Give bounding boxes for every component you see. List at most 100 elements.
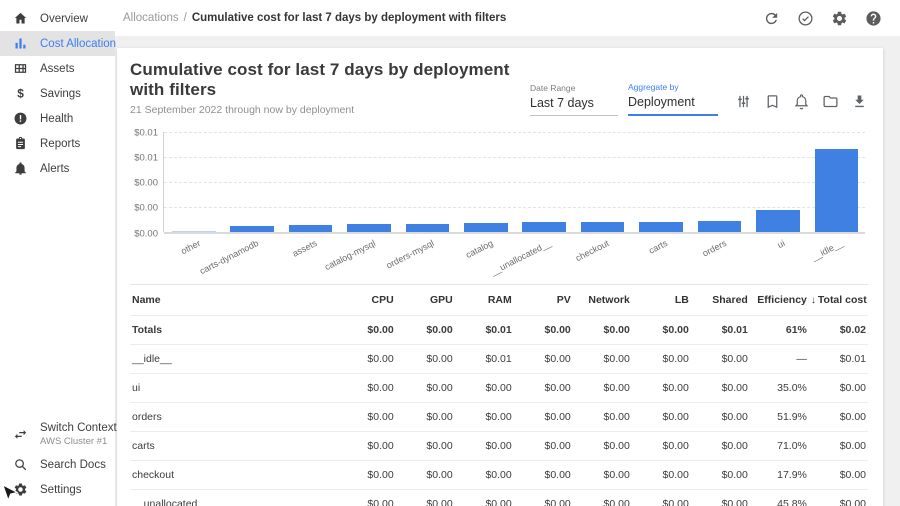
table-row[interactable]: carts $0.00 $0.00 $0.00 $0.00 $0.00 $0.0… — [130, 432, 868, 461]
cost-bar[interactable] — [347, 224, 391, 232]
column-header-efficiency[interactable]: Efficiency — [750, 285, 809, 316]
cell-pv: $0.00 — [514, 403, 573, 432]
breadcrumb-root-link[interactable]: Allocations — [123, 12, 179, 24]
switch-context-button[interactable]: Switch Context AWS Cluster #1 — [0, 417, 115, 452]
date-range-select[interactable]: Date Range Last 7 days — [530, 83, 618, 116]
dollar-icon: $ — [13, 86, 28, 101]
x-axis-label: carts — [648, 238, 670, 256]
column-header-gpu[interactable]: GPU — [396, 285, 455, 316]
sidebar-item-label: Assets — [40, 63, 75, 75]
cell-network: $0.00 — [573, 316, 632, 345]
cell-total-cost: $0.00 — [809, 490, 868, 506]
cell-ram: $0.00 — [455, 403, 514, 432]
page-subtitle: 21 September 2022 through now by deploym… — [130, 104, 530, 116]
column-header-ram[interactable]: RAM — [455, 285, 514, 316]
sidebar: Overview Cost Allocation Assets $ Saving… — [0, 0, 115, 506]
column-header-shared[interactable]: Shared — [691, 285, 750, 316]
cell-pv: $0.00 — [514, 345, 573, 374]
cell-total-cost: $0.00 — [809, 461, 868, 490]
cost-bar[interactable] — [172, 231, 216, 232]
cost-bar[interactable] — [230, 226, 274, 232]
column-header-network[interactable]: Network — [573, 285, 632, 316]
x-axis-label: __idle__ — [810, 238, 845, 262]
column-header-pv[interactable]: PV — [514, 285, 573, 316]
bell-icon[interactable] — [792, 92, 810, 110]
sidebar-item-overview[interactable]: Overview — [0, 6, 115, 31]
bar-slot: carts — [637, 132, 684, 232]
refresh-icon[interactable] — [762, 9, 780, 27]
table-row[interactable]: Totals $0.00 $0.00 $0.01 $0.00 $0.00 $0.… — [130, 316, 868, 345]
reports-clipboard-icon — [13, 136, 28, 151]
cell-ram: $0.00 — [455, 461, 514, 490]
folder-icon[interactable] — [821, 92, 839, 110]
bar-slot: orders-mysql — [404, 132, 451, 232]
cost-bar[interactable] — [464, 223, 508, 232]
search-docs-button[interactable]: Search Docs — [0, 452, 115, 477]
table-row[interactable]: checkout $0.00 $0.00 $0.00 $0.00 $0.00 $… — [130, 461, 868, 490]
report-toolbar — [734, 92, 868, 116]
cost-bar[interactable] — [406, 224, 450, 232]
table-row[interactable]: orders $0.00 $0.00 $0.00 $0.00 $0.00 $0.… — [130, 403, 868, 432]
cell-gpu: $0.00 — [396, 490, 455, 506]
cell-name: ui — [130, 374, 337, 403]
table-row[interactable]: __unallocated__ $0.00 $0.00 $0.00 $0.00 … — [130, 490, 868, 506]
cost-bar[interactable] — [815, 149, 859, 232]
assets-grid-icon — [13, 61, 28, 76]
sidebar-item-health[interactable]: Health — [0, 106, 115, 131]
sidebar-item-cost-allocation[interactable]: Cost Allocation — [0, 31, 115, 56]
cost-bar[interactable] — [698, 221, 742, 232]
sort-descending-icon: ↓ — [811, 295, 816, 306]
cost-bar[interactable] — [639, 222, 683, 232]
sidebar-item-label: Overview — [40, 13, 88, 25]
cell-lb: $0.00 — [632, 461, 691, 490]
cell-gpu: $0.00 — [396, 432, 455, 461]
cell-name: carts — [130, 432, 337, 461]
aggregate-by-select[interactable]: Aggregate by Deployment — [628, 82, 718, 116]
sidebar-item-alerts[interactable]: Alerts — [0, 156, 115, 181]
cell-name: __unallocated__ — [130, 490, 337, 506]
filters-tune-icon[interactable] — [734, 92, 752, 110]
bar-slot: catalog — [462, 132, 509, 232]
current-context-value: AWS Cluster #1 — [40, 436, 117, 447]
column-header-total-cost[interactable]: ↓Total cost — [809, 285, 868, 316]
column-header-lb[interactable]: LB — [632, 285, 691, 316]
sidebar-item-label: Cost Allocation — [40, 38, 116, 50]
table-row[interactable]: __idle__ $0.00 $0.00 $0.01 $0.00 $0.00 $… — [130, 345, 868, 374]
sidebar-item-savings[interactable]: $ Savings — [0, 81, 115, 106]
check-circle-icon[interactable] — [796, 9, 814, 27]
sidebar-item-assets[interactable]: Assets — [0, 56, 115, 81]
title-block: Cumulative cost for last 7 days by deplo… — [130, 60, 530, 116]
date-range-value[interactable]: Last 7 days — [530, 96, 618, 115]
swap-horizontal-icon — [13, 427, 28, 442]
report-controls: Date Range Last 7 days Aggregate by Depl… — [530, 60, 868, 116]
help-icon[interactable] — [864, 9, 882, 27]
cost-bar[interactable] — [756, 210, 800, 232]
settings-gear-icon[interactable] — [830, 9, 848, 27]
bar-slot: ui — [754, 132, 801, 232]
cost-bar[interactable] — [289, 225, 333, 232]
cell-cpu: $0.00 — [337, 345, 396, 374]
bookmark-icon[interactable] — [763, 92, 781, 110]
table-row[interactable]: ui $0.00 $0.00 $0.00 $0.00 $0.00 $0.00 $… — [130, 374, 868, 403]
cell-gpu: $0.00 — [396, 403, 455, 432]
cell-efficiency: 45.8% — [750, 490, 809, 506]
cell-shared: $0.00 — [691, 432, 750, 461]
bar-slot: checkout — [579, 132, 626, 232]
column-header-name[interactable]: Name — [130, 285, 337, 316]
health-exclamation-icon — [13, 111, 28, 126]
report-card: Cumulative cost for last 7 days by deplo… — [117, 48, 883, 506]
bar-slot: assets — [287, 132, 334, 232]
cell-total-cost: $0.00 — [809, 374, 868, 403]
cell-pv: $0.00 — [514, 461, 573, 490]
cell-cpu: $0.00 — [337, 374, 396, 403]
topbar-actions — [762, 9, 882, 27]
aggregate-by-value[interactable]: Deployment — [628, 95, 718, 114]
cost-bar[interactable] — [581, 222, 625, 232]
cost-bar[interactable] — [522, 222, 566, 232]
table-header-row: Name CPU GPU RAM PV Network LB Shared Ef… — [130, 285, 868, 316]
y-axis-tick: $0.01 — [126, 128, 158, 139]
download-icon[interactable] — [850, 92, 868, 110]
date-range-label: Date Range — [530, 83, 618, 93]
sidebar-item-reports[interactable]: Reports — [0, 131, 115, 156]
column-header-cpu[interactable]: CPU — [337, 285, 396, 316]
